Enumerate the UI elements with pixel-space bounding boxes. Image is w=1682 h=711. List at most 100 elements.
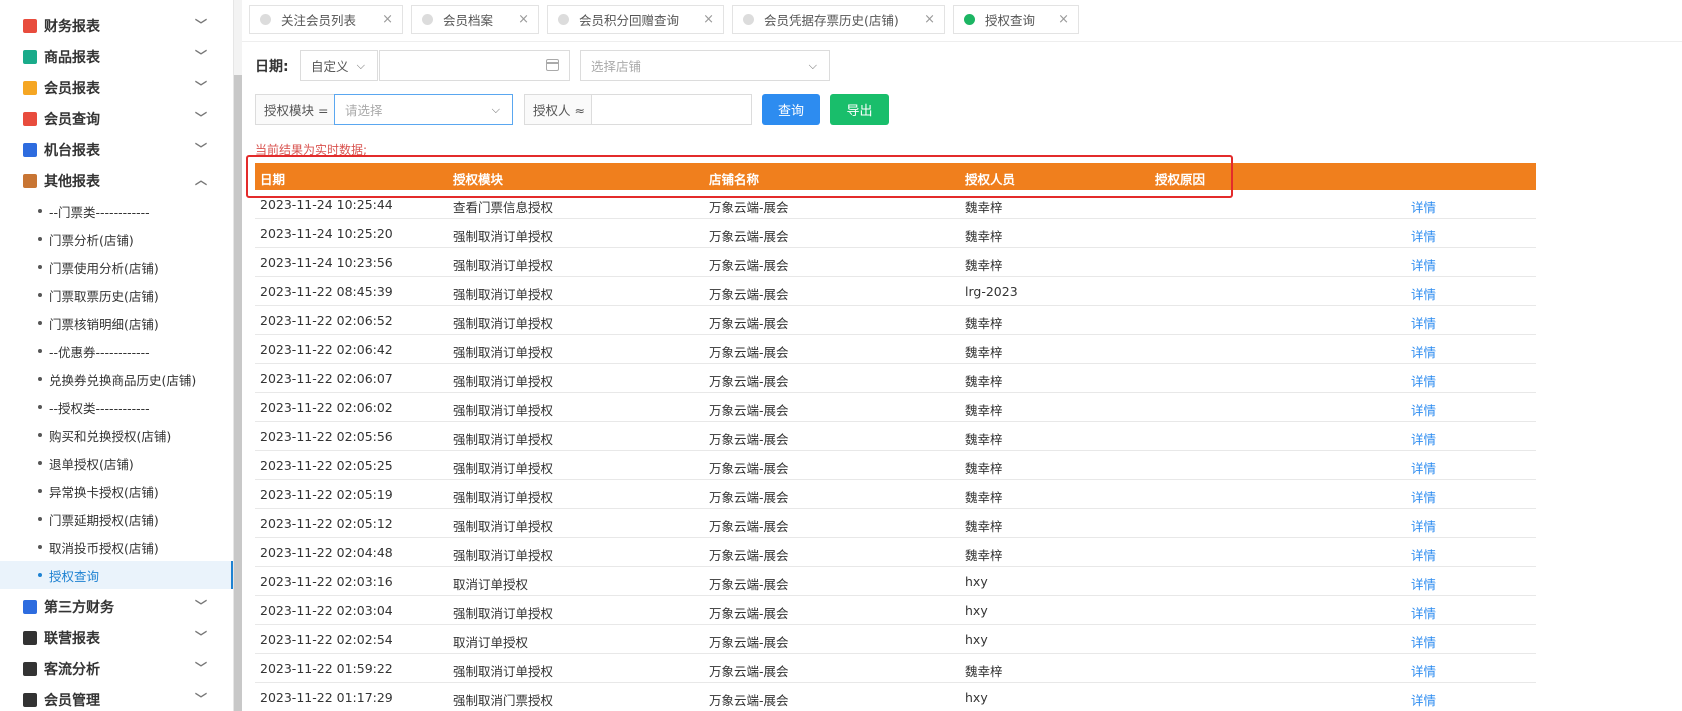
table-cell: 万象云端-展会 (709, 490, 789, 505)
chevron-down-icon: ﹀ (194, 142, 207, 156)
table-cell: lrg-2023 (965, 284, 1018, 299)
tab-1[interactable]: 会员档案 × (411, 5, 539, 34)
sidebar-group-0[interactable]: 财务报表 ﹀ (0, 10, 233, 41)
sidebar-sub-item-11[interactable]: 门票延期授权(店铺) (0, 505, 233, 533)
traffic-analysis-icon (23, 661, 37, 676)
sidebar-group-after-3[interactable]: 会员管理 ﹀ (0, 684, 233, 711)
detail-link[interactable]: 详情 (1411, 197, 1436, 216)
tab-2[interactable]: 会员积分回赠查询 × (547, 5, 724, 34)
table-cell: 万象云端-展会 (709, 519, 789, 534)
sidebar-group-4[interactable]: 机台报表 ﹀ (0, 134, 233, 165)
detail-link[interactable]: 详情 (1411, 226, 1436, 245)
table-cell: 强制取消订单授权 (453, 403, 554, 418)
table-cell: hxy (965, 690, 988, 705)
table-cell: 强制取消订单授权 (453, 490, 554, 505)
calendar-icon (546, 59, 559, 71)
detail-link[interactable]: 详情 (1411, 458, 1436, 477)
table-cell: 强制取消订单授权 (453, 345, 554, 360)
tab-label: 会员档案 (443, 13, 494, 28)
sidebar-group-label: 商品报表 (44, 49, 100, 66)
tab-status-dot-icon (558, 14, 569, 25)
sidebar-group-1[interactable]: 商品报表 ﹀ (0, 41, 233, 72)
sidebar-sub-item-0[interactable]: --门票类------------ (0, 197, 233, 225)
table-cell: 强制取消订单授权 (453, 461, 554, 476)
chevron-down-icon: ⌵ (491, 103, 500, 116)
tab-4[interactable]: 授权查询 × (953, 5, 1079, 34)
sidebar-sub-item-13[interactable]: 授权查询 (0, 561, 233, 589)
table-row: 2023-11-22 01:17:29 强制取消门票授权 万象云端-展会 hxy 详情 (255, 683, 1536, 711)
detail-link[interactable]: 详情 (1411, 342, 1436, 361)
query-button[interactable]: 查询 (762, 94, 820, 125)
sidebar-sub-item-3[interactable]: 门票取票历史(店铺) (0, 281, 233, 309)
sidebar-sub-item-12[interactable]: 取消投币授权(店铺) (0, 533, 233, 561)
date-range-input[interactable] (379, 50, 570, 81)
person-filter-prefix-text: 授权人 ≈ (533, 103, 585, 118)
chevron-down-icon: ﹀ (194, 661, 207, 675)
sidebar-sub-item-7[interactable]: --授权类------------ (0, 393, 233, 421)
sidebar-sub-item-4[interactable]: 门票核销明细(店铺) (0, 309, 233, 337)
table-cell: 2023-11-22 02:05:12 (260, 516, 393, 531)
export-button[interactable]: 导出 (830, 94, 889, 125)
detail-link[interactable]: 详情 (1411, 690, 1436, 709)
sidebar-group-after-2[interactable]: 客流分析 ﹀ (0, 653, 233, 684)
sidebar-sub-item-1[interactable]: 门票分析(店铺) (0, 225, 233, 253)
close-icon[interactable]: × (1058, 12, 1069, 27)
detail-link[interactable]: 详情 (1411, 429, 1436, 448)
sidebar-sub-item-9[interactable]: 退单授权(店铺) (0, 449, 233, 477)
sidebar-sub-item-label: 门票核销明细(店铺) (49, 316, 159, 332)
table-cell: 万象云端-展会 (709, 577, 789, 592)
tab-0[interactable]: 关注会员列表 × (249, 5, 403, 34)
detail-link[interactable]: 详情 (1411, 632, 1436, 651)
joint-report-icon (23, 630, 37, 645)
tab-status-dot-icon (422, 14, 433, 25)
detail-link[interactable]: 详情 (1411, 487, 1436, 506)
sidebar-scrollbar-thumb[interactable] (234, 75, 242, 711)
store-select[interactable]: 选择店铺 ⌵ (580, 50, 830, 81)
detail-link[interactable]: 详情 (1411, 313, 1436, 332)
sidebar-sub-item-label: 门票延期授权(店铺) (49, 512, 159, 528)
sidebar-group-after-0[interactable]: 第三方财务 ﹀ (0, 591, 233, 622)
table-cell: 万象云端-展会 (709, 403, 789, 418)
bullet-icon (38, 433, 42, 437)
detail-link[interactable]: 详情 (1411, 255, 1436, 274)
table-cell: 强制取消门票授权 (453, 693, 554, 708)
sidebar-sub-item-8[interactable]: 购买和兑换授权(店铺) (0, 421, 233, 449)
machine-report-icon (23, 142, 37, 157)
detail-link[interactable]: 详情 (1411, 603, 1436, 622)
bullet-icon (38, 573, 42, 577)
detail-link[interactable]: 详情 (1411, 371, 1436, 390)
table-cell: 魏幸梓 (965, 548, 1003, 563)
sidebar-sub-item-6[interactable]: 兑换券兑换商品历史(店铺) (0, 365, 233, 393)
table-row: 2023-11-22 02:02:54 取消订单授权 万象云端-展会 hxy 详情 (255, 625, 1536, 654)
detail-link[interactable]: 详情 (1411, 284, 1436, 303)
detail-link[interactable]: 详情 (1411, 516, 1436, 535)
sidebar-group-5[interactable]: 其他报表 ︿ (0, 165, 233, 196)
table-cell: 万象云端-展会 (709, 693, 789, 708)
sidebar-sub-item-label: 购买和兑换授权(店铺) (49, 428, 172, 444)
column-header: 店铺名称 (709, 172, 760, 187)
chevron-down-icon: ⌵ (356, 59, 365, 72)
sidebar-sub-item-10[interactable]: 异常换卡授权(店铺) (0, 477, 233, 505)
detail-link[interactable]: 详情 (1411, 545, 1436, 564)
close-icon[interactable]: × (382, 12, 393, 27)
person-input[interactable] (591, 94, 752, 125)
table-row: 2023-11-22 02:06:42 强制取消订单授权 万象云端-展会 魏幸梓 详情 (255, 335, 1536, 364)
table-cell: 魏幸梓 (965, 200, 1003, 215)
sidebar-group-3[interactable]: 会员查询 ﹀ (0, 103, 233, 134)
date-mode-select[interactable]: 自定义 ⌵ (300, 50, 378, 81)
bullet-icon (38, 209, 42, 213)
tab-3[interactable]: 会员凭据存票历史(店铺) × (732, 5, 945, 34)
close-icon[interactable]: × (924, 12, 935, 27)
sidebar-group-2[interactable]: 会员报表 ﹀ (0, 72, 233, 103)
sidebar-sub-item-2[interactable]: 门票使用分析(店铺) (0, 253, 233, 281)
detail-link[interactable]: 详情 (1411, 574, 1436, 593)
module-select[interactable]: 请选择 ⌵ (334, 94, 513, 125)
sidebar-group-after-1[interactable]: 联营报表 ﹀ (0, 622, 233, 653)
module-filter-prefix-text: 授权模块 = (264, 103, 329, 118)
table-cell: 万象云端-展会 (709, 200, 789, 215)
detail-link[interactable]: 详情 (1411, 661, 1436, 680)
close-icon[interactable]: × (703, 12, 714, 27)
sidebar-sub-item-5[interactable]: --优惠券------------ (0, 337, 233, 365)
detail-link[interactable]: 详情 (1411, 400, 1436, 419)
close-icon[interactable]: × (518, 12, 529, 27)
